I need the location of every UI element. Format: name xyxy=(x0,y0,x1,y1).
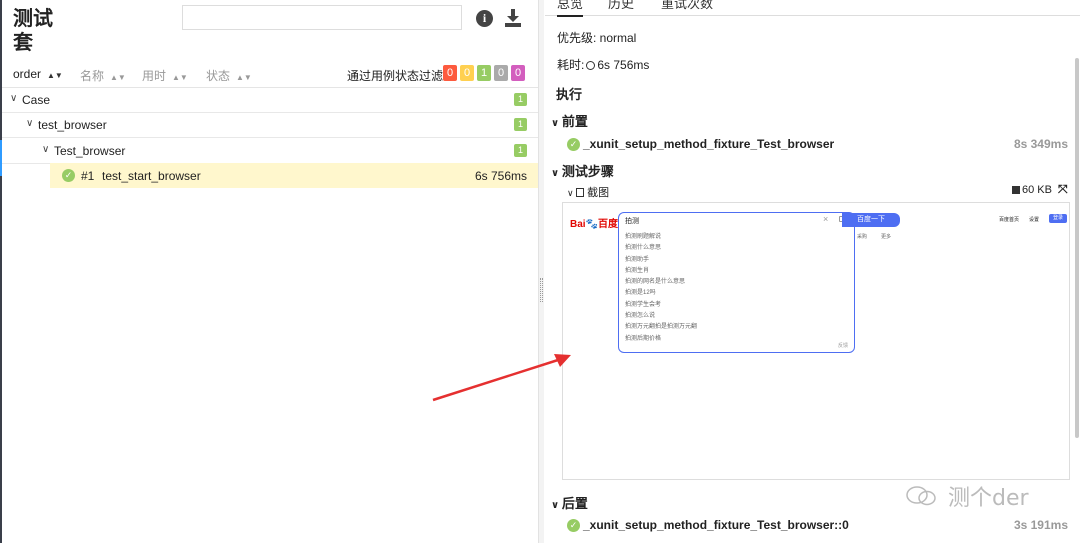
test-detail-panel: 总览 历史 重试次数 优先级: normal 耗时: 6s 756ms 执行 ∨ … xyxy=(545,0,1080,543)
pane-splitter[interactable] xyxy=(538,0,544,543)
chevron-down-icon: ∨ xyxy=(551,168,562,179)
page-title: 测试套 xyxy=(13,6,53,54)
duration-line: 耗时: 6s 756ms xyxy=(557,56,649,73)
test-duration: 6s 756ms xyxy=(474,169,527,183)
watermark-text: 测个der xyxy=(948,486,1029,511)
download-icon[interactable] xyxy=(504,8,522,28)
setup-fixture-duration: 8s 349ms xyxy=(1013,137,1068,151)
group-label: test_browser xyxy=(38,118,107,132)
detail-scrollbar[interactable] xyxy=(1075,58,1079,438)
test-number: #1 xyxy=(81,169,95,183)
sort-duration[interactable]: 用时 ▲▼ xyxy=(142,67,188,84)
passed-check-icon: ✓ xyxy=(567,138,580,151)
screenshot-image[interactable]: Bai🐾百度 拍测 × 拍测刷题解说 拍测什么意思 拍测助手 拍测生肖 拍测的网… xyxy=(562,202,1070,480)
setup-heading: 前置 xyxy=(561,114,588,129)
suggestion-item: 拍测后期价格 xyxy=(625,335,662,342)
passed-check-icon: ✓ xyxy=(567,519,580,532)
steps-heading: 测试步骤 xyxy=(561,164,614,179)
screenshot-size-value: 60 KB xyxy=(1022,184,1052,196)
suggestion-item: 拍测是12吗 xyxy=(625,290,656,297)
baidu-feedback: 反馈 xyxy=(837,343,848,349)
tab-overview[interactable]: 总览 xyxy=(557,0,584,17)
red-arrow-annotation xyxy=(432,354,571,402)
chevron-down-icon: ∨ xyxy=(551,118,562,129)
sort-bar: order ▲▼ 名称 ▲▼ 用时 ▲▼ 状态 ▲▼ 通过用例状态过滤: 0 0 1 0… xyxy=(2,60,538,88)
group-label: Test_browser xyxy=(54,144,126,158)
test-case-row[interactable]: ✓ #1 test_start_browser 6s 756ms xyxy=(50,163,538,188)
detail-tabs: 总览 历史 重试次数 xyxy=(545,0,1080,17)
baidu-link: 采购 xyxy=(857,234,868,240)
teardown-section[interactable]: ∨ 后置 xyxy=(551,493,588,512)
baidu-query: 拍测 xyxy=(625,218,639,225)
sort-status[interactable]: 状态 ▲▼ xyxy=(206,67,252,84)
fullscreen-icon[interactable]: ⤧ xyxy=(1058,182,1068,197)
save-icon xyxy=(1012,186,1020,194)
execution-heading: 执行 xyxy=(556,87,583,102)
info-icon[interactable]: i xyxy=(476,10,493,27)
suggestion-item: 拍测的网名是什么意思 xyxy=(625,279,686,286)
splitter-grip-icon xyxy=(540,278,543,302)
test-name: test_start_browser xyxy=(102,169,201,183)
suggestion-item: 拍测万元翻拍是拍测万元翻 xyxy=(625,324,698,331)
tree-group-test-browser-class[interactable]: ∨ Test_browser 1 xyxy=(2,138,538,164)
filter-passed[interactable]: 1 xyxy=(477,65,491,81)
chevron-down-icon: ∨ xyxy=(26,118,34,129)
chevron-down-icon: ∨ xyxy=(567,188,577,198)
screenshot-label: 截图 xyxy=(587,187,610,199)
priority-text: 优先级: normal xyxy=(557,31,637,45)
baidu-logo: Bai🐾百度 xyxy=(570,219,619,230)
baidu-login-button: 登录 xyxy=(1049,214,1067,223)
screenshot-attachment-row[interactable]: ∨ 截图 xyxy=(567,184,609,200)
suggestion-item: 拍测什么意思 xyxy=(625,245,662,252)
search-input[interactable] xyxy=(182,5,462,30)
clock-icon xyxy=(586,61,596,70)
suggestion-item: 拍测助手 xyxy=(625,256,650,263)
group-count-badge: 1 xyxy=(514,144,527,157)
suggestion-item: 拍测生肖 xyxy=(625,267,650,274)
tree-group-test-browser[interactable]: ∨ test_browser 1 xyxy=(2,112,538,138)
status-filter-group: 0 0 1 0 0 xyxy=(443,65,525,81)
group-count-badge: 1 xyxy=(514,118,527,131)
baidu-nav-link: 设置 xyxy=(1029,217,1040,223)
group-count-badge: 1 xyxy=(514,93,527,106)
tab-history[interactable]: 历史 xyxy=(608,0,634,12)
passed-check-icon: ✓ xyxy=(62,169,75,182)
status-filter-label: 通过用例状态过滤: xyxy=(347,69,447,83)
duration-label: 耗时: xyxy=(557,58,585,72)
suggestion-item: 拍测学生会考 xyxy=(625,301,662,308)
baidu-link: 更多 xyxy=(881,234,892,240)
chevron-down-icon: ∨ xyxy=(551,500,562,511)
sort-order[interactable]: order ▲▼ xyxy=(13,67,63,81)
suite-tree-panel: 测试套 i order ▲▼ 名称 ▲▼ 用时 ▲▼ 状态 ▲▼ 通过用例状态过滤: 0… xyxy=(2,0,538,543)
duration-value: 6s 756ms xyxy=(597,58,650,72)
teardown-fixture-name[interactable]: _xunit_setup_method_fixture_Test_browser… xyxy=(583,518,849,532)
wechat-icon xyxy=(906,486,936,506)
filter-skipped[interactable]: 0 xyxy=(494,65,508,81)
steps-section[interactable]: ∨ 测试步骤 xyxy=(551,161,614,180)
sort-name[interactable]: 名称 ▲▼ xyxy=(80,67,126,84)
close-icon: × xyxy=(823,214,829,224)
teardown-heading: 后置 xyxy=(561,496,588,511)
suggestion-item: 拍测怎么说 xyxy=(625,313,656,320)
baidu-search-button: 百度一下 xyxy=(842,213,900,227)
baidu-suggestions: 拍测刷题解说 拍测什么意思 拍测助手 拍测生肖 拍测的网名是什么意思 拍测是12… xyxy=(625,232,697,345)
chevron-down-icon: ∨ xyxy=(10,93,18,104)
tree-group-case[interactable]: ∨ Case 1 xyxy=(2,87,538,113)
tab-retries[interactable]: 重试次数 xyxy=(661,0,713,12)
setup-fixture-name[interactable]: _xunit_setup_method_fixture_Test_browser xyxy=(583,137,834,151)
screenshot-size: 60 KB xyxy=(1012,184,1052,196)
baidu-search-box: 拍测 × 拍测刷题解说 拍测什么意思 拍测助手 拍测生肖 拍测的网名是什么意思 … xyxy=(618,212,855,353)
suggestion-item: 拍测刷题解说 xyxy=(625,234,662,240)
image-file-icon xyxy=(576,188,585,197)
group-label: Case xyxy=(22,93,51,107)
filter-failed[interactable]: 0 xyxy=(443,65,457,81)
filter-broken[interactable]: 0 xyxy=(460,65,474,81)
chevron-down-icon: ∨ xyxy=(42,144,50,155)
setup-section[interactable]: ∨ 前置 xyxy=(551,111,588,130)
teardown-fixture-duration: 3s 191ms xyxy=(1013,518,1068,532)
filter-unknown[interactable]: 0 xyxy=(511,65,525,81)
baidu-nav-link: 百度首页 xyxy=(999,217,1020,223)
